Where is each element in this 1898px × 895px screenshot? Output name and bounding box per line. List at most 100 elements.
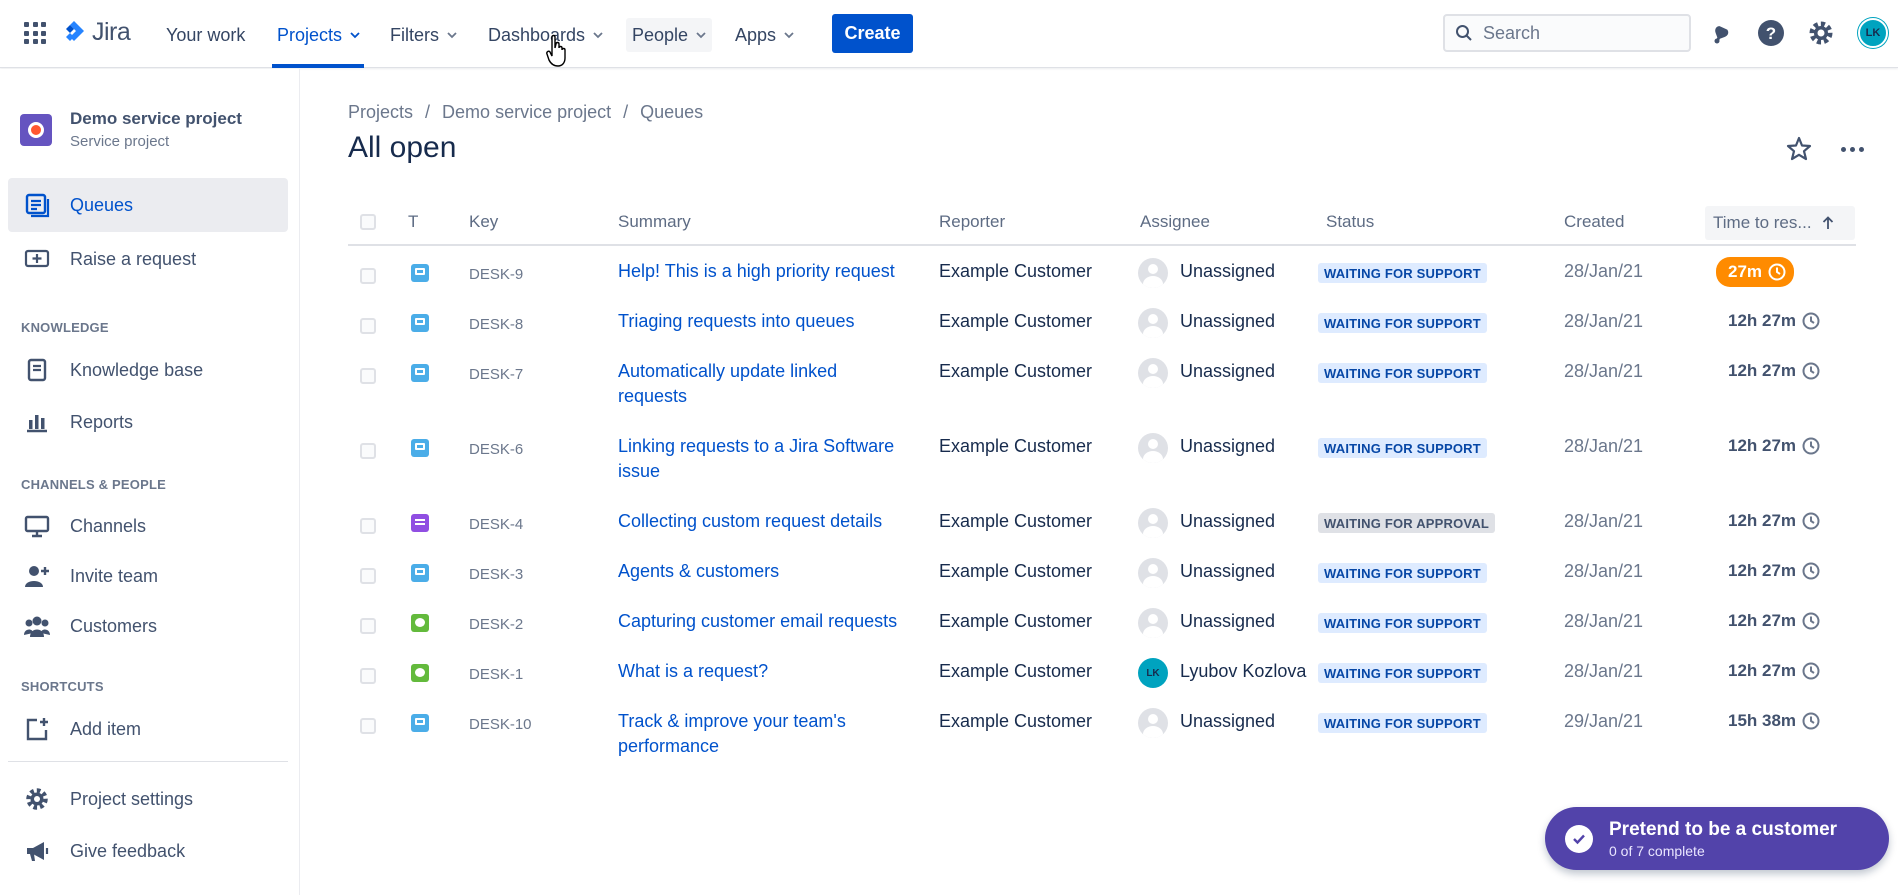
column-assignee[interactable]: Assignee bbox=[1140, 212, 1210, 232]
reporter: Example Customer bbox=[939, 511, 1093, 531]
settings-button[interactable] bbox=[1806, 18, 1836, 48]
create-button[interactable]: Create bbox=[832, 14, 913, 53]
row-checkbox[interactable] bbox=[360, 518, 376, 534]
active-nav-indicator bbox=[272, 64, 364, 68]
nav-people[interactable]: People bbox=[626, 18, 713, 52]
clock-icon bbox=[1802, 437, 1820, 455]
row-checkbox[interactable] bbox=[360, 618, 376, 634]
sidebar-item-channels[interactable]: Channels bbox=[8, 499, 288, 553]
issue-summary-link[interactable]: Automatically update linked requests bbox=[618, 359, 908, 409]
notifications-button[interactable] bbox=[1706, 18, 1736, 48]
section-shortcuts: SHORTCUTS bbox=[21, 679, 104, 694]
issue-key[interactable]: DESK-3 bbox=[469, 566, 523, 583]
breadcrumb-projects[interactable]: Projects bbox=[348, 102, 413, 123]
sidebar-item-reports[interactable]: Reports bbox=[8, 395, 288, 449]
column-status[interactable]: Status bbox=[1326, 212, 1374, 232]
row-checkbox[interactable] bbox=[360, 318, 376, 334]
nav-filters[interactable]: Filters bbox=[384, 18, 463, 52]
issue-summary-link[interactable]: Capturing customer email requests bbox=[618, 609, 908, 634]
user-avatar[interactable]: LK bbox=[1858, 18, 1888, 48]
created-date: 28/Jan/21 bbox=[1564, 361, 1644, 381]
assignee: Unassigned bbox=[1180, 711, 1276, 731]
issue-key[interactable]: DESK-6 bbox=[469, 441, 523, 458]
chevron-down-icon bbox=[447, 32, 457, 39]
app-switcher-icon[interactable] bbox=[24, 22, 46, 44]
nav-apps[interactable]: Apps bbox=[729, 18, 800, 52]
breadcrumb-project[interactable]: Demo service project bbox=[442, 102, 611, 123]
status-badge: WAITING FOR SUPPORT bbox=[1318, 313, 1487, 333]
request-type-icon bbox=[411, 264, 429, 282]
top-navigation: Jira Your work Projects Filters Dashboar… bbox=[0, 0, 1898, 68]
status-badge: WAITING FOR SUPPORT bbox=[1318, 563, 1487, 583]
issue-key[interactable]: DESK-2 bbox=[469, 616, 523, 633]
issue-key[interactable]: DESK-1 bbox=[469, 666, 523, 683]
page-title: All open bbox=[348, 131, 457, 164]
nav-label: Your work bbox=[166, 24, 246, 45]
nav-projects[interactable]: Projects bbox=[271, 18, 366, 52]
issue-key[interactable]: DESK-10 bbox=[469, 716, 532, 733]
issue-key[interactable]: DESK-4 bbox=[469, 516, 523, 533]
sidebar-item-knowledge-base[interactable]: Knowledge base bbox=[8, 343, 288, 397]
issue-summary-link[interactable]: Collecting custom request details bbox=[618, 509, 908, 534]
sidebar-item-give-feedback[interactable]: Give feedback bbox=[8, 824, 288, 878]
column-time-to-resolution[interactable]: Time to res... bbox=[1705, 206, 1855, 240]
issue-summary-link[interactable]: What is a request? bbox=[618, 659, 908, 684]
help-button[interactable]: ? bbox=[1756, 18, 1786, 48]
jira-logo[interactable]: Jira bbox=[62, 18, 131, 47]
sidebar-divider bbox=[8, 761, 288, 762]
notification-bell-icon bbox=[1714, 26, 1729, 44]
sidebar-item-add-item[interactable]: Add item bbox=[8, 702, 288, 756]
issue-key[interactable]: DESK-7 bbox=[469, 366, 523, 383]
column-created[interactable]: Created bbox=[1564, 212, 1624, 232]
column-type[interactable]: T bbox=[408, 212, 418, 232]
sidebar-item-project-settings[interactable]: Project settings bbox=[8, 772, 288, 826]
issue-summary-link[interactable]: Linking requests to a Jira Software issu… bbox=[618, 434, 908, 484]
issue-summary-link[interactable]: Track & improve your team's performance bbox=[618, 709, 908, 759]
status-badge: WAITING FOR SUPPORT bbox=[1318, 363, 1487, 383]
issue-summary-link[interactable]: Triaging requests into queues bbox=[618, 309, 908, 334]
request-type-icon bbox=[411, 364, 429, 382]
assignee-avatar: LK bbox=[1138, 658, 1168, 688]
assignee: Lyubov Kozlova bbox=[1180, 661, 1307, 681]
assignee: Unassigned bbox=[1180, 611, 1276, 631]
onboarding-checklist-button[interactable]: Pretend to be a customer 0 of 7 complete bbox=[1545, 807, 1889, 870]
sidebar-item-invite-team[interactable]: Invite team bbox=[8, 549, 288, 603]
clock-icon bbox=[1802, 612, 1820, 630]
sidebar-item-raise-request[interactable]: Raise a request bbox=[8, 232, 288, 286]
row-checkbox[interactable] bbox=[360, 268, 376, 284]
created-date: 28/Jan/21 bbox=[1564, 661, 1644, 681]
sidebar-item-label: Invite team bbox=[70, 565, 159, 586]
row-checkbox[interactable] bbox=[360, 668, 376, 684]
sidebar-item-queues[interactable]: Queues bbox=[8, 178, 288, 232]
search-input[interactable] bbox=[1483, 22, 1673, 44]
sort-ascending-icon bbox=[1822, 216, 1833, 229]
assignee: Unassigned bbox=[1180, 361, 1276, 381]
sidebar-item-label: Add item bbox=[70, 718, 142, 739]
search-box[interactable] bbox=[1443, 14, 1691, 52]
more-actions-button[interactable] bbox=[1834, 134, 1870, 164]
column-reporter[interactable]: Reporter bbox=[939, 212, 1005, 232]
row-checkbox[interactable] bbox=[360, 443, 376, 459]
nav-your-work[interactable]: Your work bbox=[160, 18, 251, 52]
breadcrumb-queues[interactable]: Queues bbox=[640, 102, 703, 123]
select-all-checkbox[interactable] bbox=[360, 214, 376, 230]
assignee-avatar bbox=[1138, 433, 1168, 463]
row-checkbox[interactable] bbox=[360, 568, 376, 584]
created-date: 28/Jan/21 bbox=[1564, 261, 1644, 281]
column-key[interactable]: Key bbox=[469, 212, 498, 232]
issue-key[interactable]: DESK-9 bbox=[469, 266, 523, 283]
project-avatar bbox=[20, 113, 52, 146]
nav-label: Apps bbox=[735, 24, 777, 45]
row-checkbox[interactable] bbox=[360, 718, 376, 734]
column-summary[interactable]: Summary bbox=[618, 212, 691, 232]
project-header[interactable]: Demo service project Service project bbox=[20, 109, 242, 150]
reporter: Example Customer bbox=[939, 661, 1093, 681]
issue-summary-link[interactable]: Help! This is a high priority request bbox=[618, 259, 908, 284]
star-icon[interactable] bbox=[1784, 134, 1814, 164]
issue-summary-link[interactable]: Agents & customers bbox=[618, 559, 908, 584]
breadcrumb: Projects / Demo service project / Queues bbox=[348, 102, 703, 123]
sidebar-item-label: Knowledge base bbox=[70, 359, 204, 380]
issue-key[interactable]: DESK-8 bbox=[469, 316, 523, 333]
sidebar-item-customers[interactable]: Customers bbox=[8, 599, 288, 653]
row-checkbox[interactable] bbox=[360, 368, 376, 384]
